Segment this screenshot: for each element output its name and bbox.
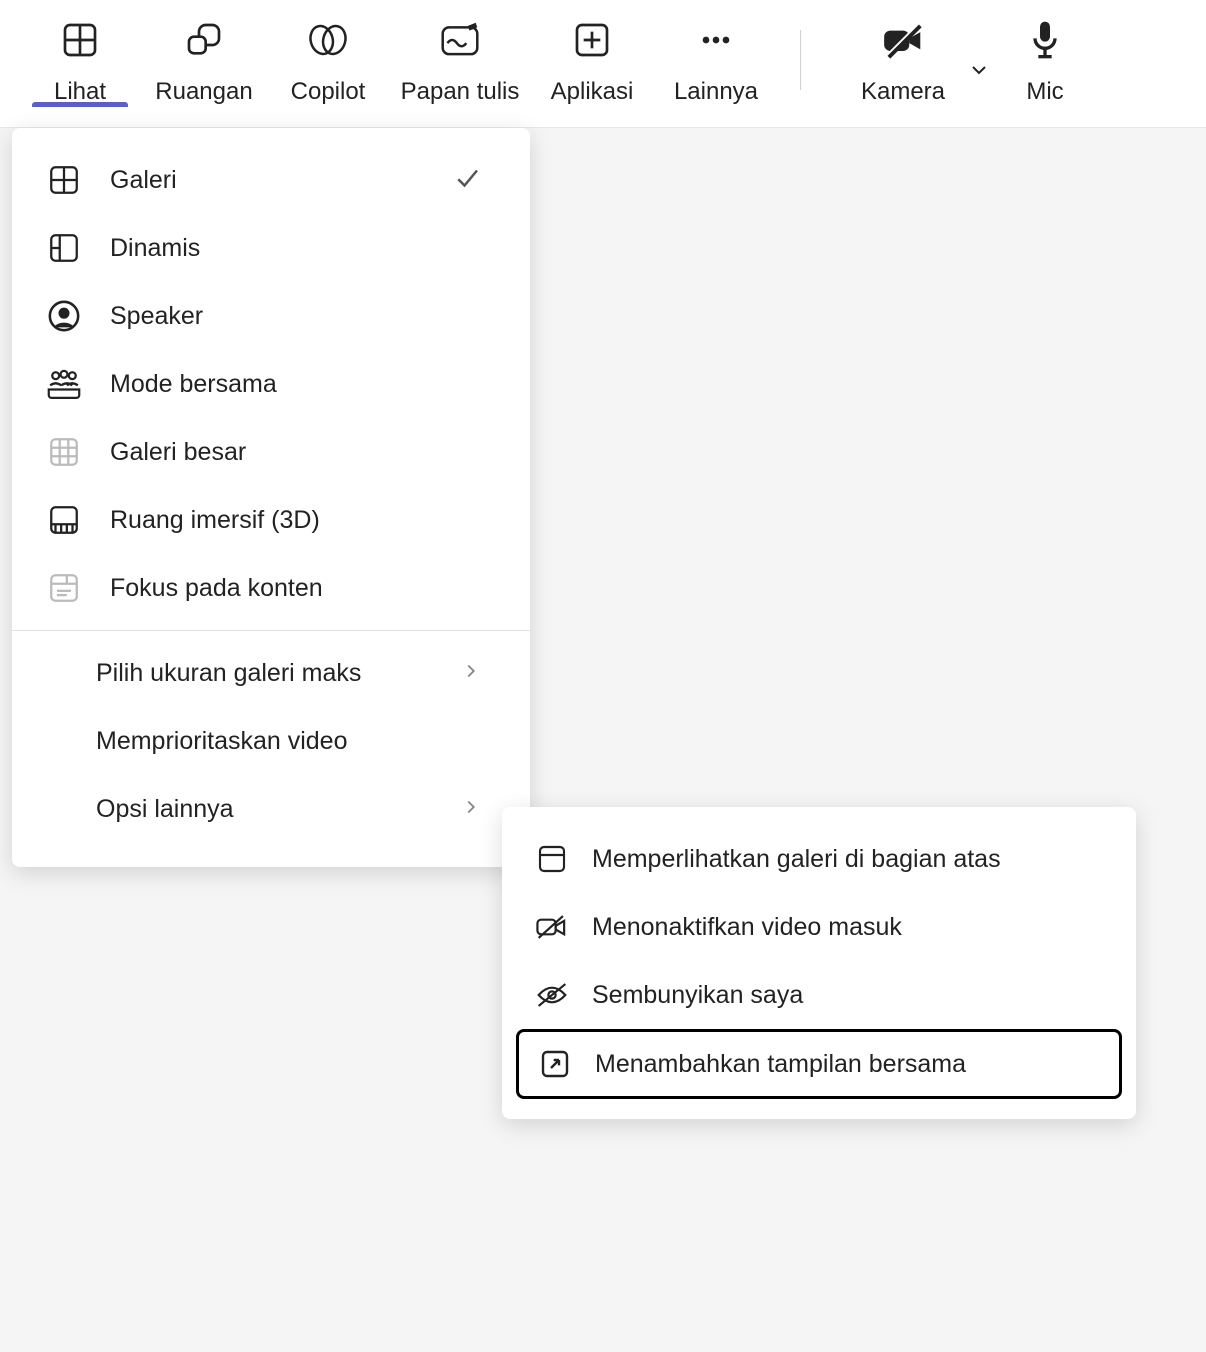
view-option-label: Fokus pada konten bbox=[110, 574, 323, 603]
chevron-right-icon bbox=[460, 796, 482, 823]
content-focus-icon bbox=[46, 570, 82, 606]
submenu-label: Memperlihatkan galeri di bagian atas bbox=[592, 845, 1001, 874]
apps-icon bbox=[570, 18, 614, 62]
check-icon bbox=[452, 163, 482, 198]
menu-divider bbox=[12, 630, 530, 631]
submenu-label: Sembunyikan saya bbox=[592, 981, 803, 1010]
view-option-label: Pilih ukuran galeri maks bbox=[96, 659, 361, 688]
view-option-label: Opsi lainnya bbox=[96, 795, 234, 824]
toolbar-rooms-label: Ruangan bbox=[155, 78, 252, 106]
submenu-label: Menonaktifkan video masuk bbox=[592, 913, 902, 942]
toolbar-separator bbox=[800, 30, 801, 90]
toolbar-mic-label: Mic bbox=[1026, 78, 1063, 106]
view-option-large-gallery[interactable]: Galeri besar bbox=[12, 418, 530, 486]
chevron-right-icon bbox=[460, 660, 482, 687]
immersive-icon bbox=[46, 502, 82, 538]
toolbar-camera-label: Kamera bbox=[861, 78, 945, 106]
meeting-toolbar: Lihat Ruangan Copilot Papan tulis Aplika… bbox=[0, 0, 1206, 128]
view-option-together[interactable]: Mode bersama bbox=[12, 350, 530, 418]
view-option-immersive[interactable]: Ruang imersif (3D) bbox=[12, 486, 530, 554]
toolbar-whiteboard-label: Papan tulis bbox=[401, 78, 520, 106]
view-option-more-options[interactable]: Opsi lainnya bbox=[12, 775, 530, 843]
toolbar-view-button[interactable]: Lihat bbox=[18, 10, 142, 106]
view-option-label: Galeri besar bbox=[110, 438, 246, 467]
view-option-label: Mode bersama bbox=[110, 370, 277, 399]
view-option-dynamic[interactable]: Dinamis bbox=[12, 214, 530, 282]
large-gallery-icon bbox=[46, 434, 82, 470]
toolbar-camera-button[interactable]: Kamera bbox=[823, 10, 983, 106]
active-indicator bbox=[32, 102, 128, 107]
submenu-disable-incoming-video[interactable]: Menonaktifkan video masuk bbox=[516, 893, 1122, 961]
video-off-icon bbox=[534, 909, 570, 945]
toolbar-copilot-button[interactable]: Copilot bbox=[266, 10, 390, 106]
view-option-speaker[interactable]: Speaker bbox=[12, 282, 530, 350]
toolbar-more-button[interactable]: Lainnya bbox=[654, 10, 778, 106]
submenu-add-companion[interactable]: Menambahkan tampilan bersama bbox=[516, 1029, 1122, 1099]
toolbar-apps-label: Aplikasi bbox=[551, 78, 634, 106]
submenu-label: Menambahkan tampilan bersama bbox=[595, 1050, 966, 1079]
more-options-submenu: Memperlihatkan galeri di bagian atas Men… bbox=[502, 807, 1136, 1119]
companion-icon bbox=[537, 1046, 573, 1082]
more-icon bbox=[694, 18, 738, 62]
rooms-icon bbox=[182, 18, 226, 62]
view-option-label: Speaker bbox=[110, 302, 203, 331]
view-dropdown: Galeri Dinamis Speaker Mode bersama Gale… bbox=[12, 128, 530, 867]
dynamic-icon bbox=[46, 230, 82, 266]
toolbar-apps-button[interactable]: Aplikasi bbox=[530, 10, 654, 106]
together-icon bbox=[46, 366, 82, 402]
mic-icon bbox=[1023, 18, 1067, 62]
toolbar-copilot-label: Copilot bbox=[291, 78, 366, 106]
camera-off-icon bbox=[881, 18, 925, 62]
view-option-content-focus[interactable]: Fokus pada konten bbox=[12, 554, 530, 622]
copilot-icon bbox=[306, 18, 350, 62]
view-option-prioritize-video[interactable]: Memprioritaskan video bbox=[12, 707, 530, 775]
speaker-icon bbox=[46, 298, 82, 334]
view-option-label: Ruang imersif (3D) bbox=[110, 506, 320, 535]
toolbar-rooms-button[interactable]: Ruangan bbox=[142, 10, 266, 106]
view-option-label: Dinamis bbox=[110, 234, 200, 263]
grid-icon bbox=[46, 162, 82, 198]
submenu-hide-me[interactable]: Sembunyikan saya bbox=[516, 961, 1122, 1029]
toolbar-more-label: Lainnya bbox=[674, 78, 758, 106]
gallery-top-icon bbox=[534, 841, 570, 877]
view-option-gallery[interactable]: Galeri bbox=[12, 146, 530, 214]
whiteboard-icon bbox=[438, 18, 482, 62]
toolbar-mic-button[interactable]: Mic bbox=[983, 10, 1107, 106]
view-option-gallery-size[interactable]: Pilih ukuran galeri maks bbox=[12, 639, 530, 707]
view-option-label: Memprioritaskan video bbox=[96, 727, 348, 756]
hide-me-icon bbox=[534, 977, 570, 1013]
submenu-gallery-top[interactable]: Memperlihatkan galeri di bagian atas bbox=[516, 825, 1122, 893]
view-option-label: Galeri bbox=[110, 166, 177, 195]
toolbar-whiteboard-button[interactable]: Papan tulis bbox=[390, 10, 530, 106]
grid-icon bbox=[58, 18, 102, 62]
